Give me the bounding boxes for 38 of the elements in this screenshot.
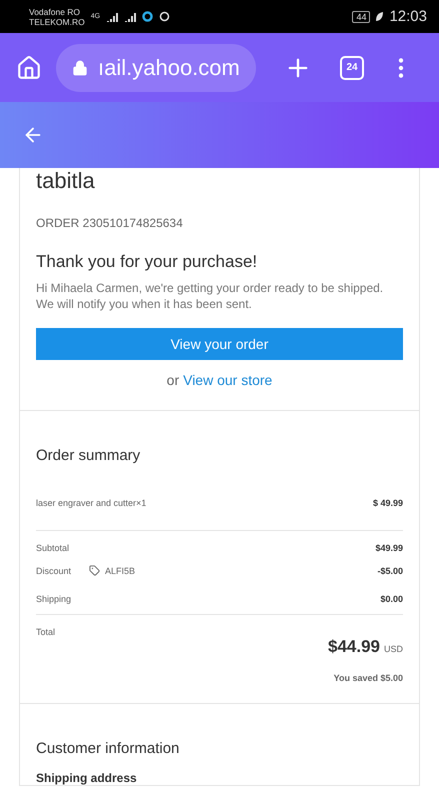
line-value: $49.99 (375, 543, 403, 553)
line-label: Subtotal (36, 543, 70, 553)
tab-count-button[interactable]: 24 (340, 56, 364, 80)
savings-text: You saved $5.00 (334, 673, 403, 683)
or-text: or (166, 372, 180, 388)
address-bar[interactable]: ıail.yahoo.com (56, 44, 256, 92)
home-icon[interactable] (16, 54, 42, 80)
customer-info-title: Customer information (36, 740, 180, 757)
currency-code: USD (384, 644, 403, 654)
circle-icon (159, 11, 170, 22)
leaf-icon (375, 11, 384, 22)
lock-icon (72, 60, 88, 76)
discount-code: ALFI5B (105, 566, 136, 576)
tag-icon (89, 565, 100, 576)
line-value: $0.00 (380, 594, 403, 604)
carrier-name: Vodafone RO (29, 6, 82, 16)
item-name: laser engraver and cutter×1 (36, 498, 146, 508)
order-number: ORDER 230510174825634 (36, 216, 184, 230)
total-amount: $44.99 (328, 637, 380, 657)
url-text: ıail.yahoo.com (98, 54, 240, 80)
view-store-link[interactable]: View our store (183, 372, 272, 388)
view-order-button[interactable]: View your order (36, 328, 403, 360)
item-price: $ 49.99 (372, 498, 403, 508)
signal-icon (106, 12, 118, 22)
line-label: Shipping (36, 594, 72, 604)
total-label: Total (36, 627, 56, 637)
battery-level: 44 (352, 10, 370, 22)
ring-icon (142, 11, 154, 22)
order-message: Hi Mihaela Carmen, we're getting your order ready to be shipped. We will notify you when it has been sent. (36, 280, 384, 312)
clock-time: 12:03 (389, 8, 427, 25)
shipping-address-title: Shipping address (36, 771, 138, 785)
thank-you-heading: Thank you for your purchase! (36, 252, 258, 272)
order-summary-title: Order summary (36, 447, 142, 464)
line-label: Discount (36, 566, 72, 576)
signal-icon (124, 12, 136, 22)
carrier-name: TELEKOM.RO (29, 16, 85, 26)
line-value: -$5.00 (377, 566, 403, 576)
store-name: tabitla (36, 168, 96, 194)
